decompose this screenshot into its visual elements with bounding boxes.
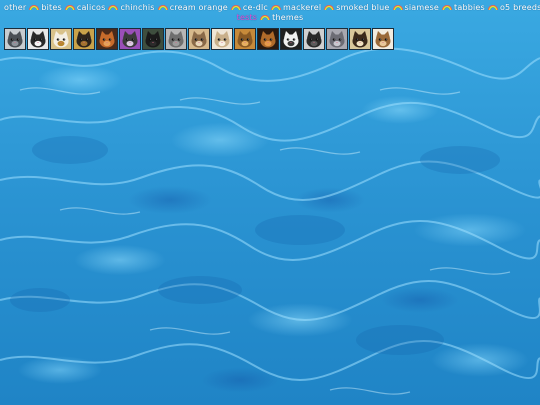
rainbow-divider-icon xyxy=(157,5,168,10)
cat-thumbnail-17[interactable] xyxy=(372,28,394,50)
cat-thumbnail-7[interactable] xyxy=(142,28,164,50)
cat-thumbnail-12[interactable] xyxy=(257,28,279,50)
cat-face-icon xyxy=(214,31,230,48)
nav-link-smoked-blue[interactable]: smoked blue xyxy=(336,3,389,12)
nav-link-other[interactable]: other xyxy=(4,3,26,12)
cat-face-icon xyxy=(283,31,299,48)
rainbow-divider-icon xyxy=(392,5,403,10)
rainbow-divider-icon xyxy=(64,5,75,10)
nav-link-o5-breeds[interactable]: o5 breeds xyxy=(500,3,540,12)
breed-navigation: other bites calicos chinchis cream orange ce-… xyxy=(4,3,540,23)
rainbow-divider-icon xyxy=(324,5,335,10)
rainbow-divider-icon xyxy=(230,5,241,10)
cat-thumbnail-11[interactable] xyxy=(234,28,256,50)
rainbow-divider-icon xyxy=(29,5,40,10)
nav-link-tests[interactable]: tests xyxy=(237,13,258,22)
cat-thumbnail-5[interactable] xyxy=(96,28,118,50)
cat-face-icon xyxy=(53,31,69,48)
cat-thumbnail-10[interactable] xyxy=(211,28,233,50)
nav-link-bites[interactable]: bites xyxy=(41,3,62,12)
rainbow-divider-icon xyxy=(108,5,119,10)
cat-icon-strip xyxy=(4,28,404,50)
nav-link-themes[interactable]: themes xyxy=(272,13,303,22)
rainbow-divider-icon xyxy=(442,5,453,10)
cat-thumbnail-16[interactable] xyxy=(349,28,371,50)
nav-link-mackerel[interactable]: mackerel xyxy=(283,3,321,12)
nav-row-2: tests themes xyxy=(4,13,536,23)
nav-link-chinchis[interactable]: chinchis xyxy=(120,3,154,12)
cat-face-icon xyxy=(352,31,368,48)
cat-face-icon xyxy=(7,31,23,48)
cat-face-icon xyxy=(30,31,46,48)
cat-thumbnail-8[interactable] xyxy=(165,28,187,50)
cat-face-icon xyxy=(122,31,138,48)
rainbow-divider-icon xyxy=(271,5,282,10)
cat-face-icon xyxy=(306,31,322,48)
nav-link-tabbies[interactable]: tabbies xyxy=(454,3,485,12)
cat-thumbnail-3[interactable] xyxy=(50,28,72,50)
nav-link-cream-orange[interactable]: cream orange xyxy=(170,3,228,12)
cat-thumbnail-13[interactable] xyxy=(280,28,302,50)
cat-thumbnail-1[interactable] xyxy=(4,28,26,50)
water-ripples xyxy=(0,47,540,395)
nav-link-calicos[interactable]: calicos xyxy=(77,3,106,12)
cat-face-icon xyxy=(145,31,161,48)
cat-thumbnail-2[interactable] xyxy=(27,28,49,50)
cat-thumbnail-15[interactable] xyxy=(326,28,348,50)
rainbow-divider-icon xyxy=(260,15,271,20)
cat-face-icon xyxy=(191,31,207,48)
nav-row-1: other bites calicos chinchis cream orange ce-… xyxy=(4,3,540,13)
cat-face-icon xyxy=(375,31,391,48)
cat-face-icon xyxy=(99,31,115,48)
cat-face-icon xyxy=(260,31,276,48)
nav-link-ce-dlc[interactable]: ce-dlc xyxy=(243,3,268,12)
cat-thumbnail-14[interactable] xyxy=(303,28,325,50)
cat-thumbnail-9[interactable] xyxy=(188,28,210,50)
cat-thumbnail-6[interactable] xyxy=(119,28,141,50)
rainbow-divider-icon xyxy=(487,5,498,10)
nav-link-siamese[interactable]: siamese xyxy=(405,3,440,12)
cat-face-icon xyxy=(329,31,345,48)
cat-face-icon xyxy=(168,31,184,48)
cat-face-icon xyxy=(76,31,92,48)
cat-thumbnail-4[interactable] xyxy=(73,28,95,50)
cat-face-icon xyxy=(237,31,253,48)
